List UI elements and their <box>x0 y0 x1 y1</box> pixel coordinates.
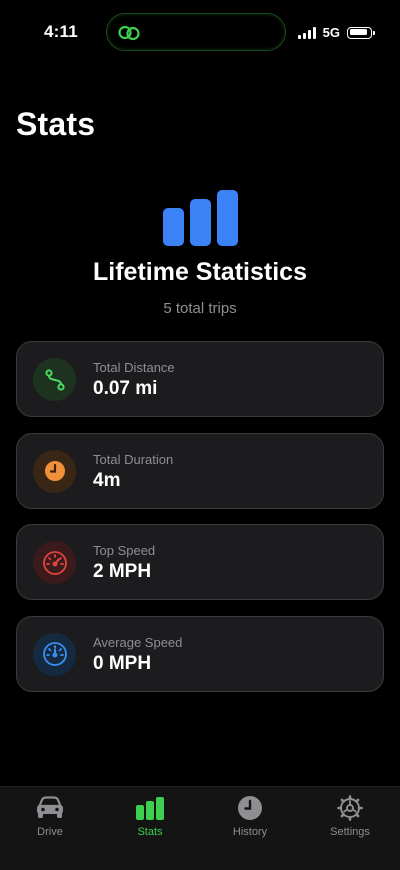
lifetime-statistics-heading: Lifetime Statistics <box>93 258 307 286</box>
tab-settings[interactable]: Settings <box>300 795 400 845</box>
stat-value: 2 MPH <box>93 561 152 582</box>
stat-card-total-duration[interactable]: Total Duration 4m <box>16 432 384 509</box>
tab-history[interactable]: History <box>200 795 300 845</box>
car-icon <box>34 795 66 821</box>
battery-icon <box>347 26 375 39</box>
stats-list: Total Distance 0.07 mi Total Duration 4m… <box>16 341 384 707</box>
stat-label: Total Distance <box>93 360 175 375</box>
stat-card-top-speed[interactable]: Top Speed 2 MPH <box>16 524 384 600</box>
route-icon <box>33 358 76 401</box>
stat-label: Average Speed <box>93 634 183 650</box>
clock-icon <box>234 795 266 821</box>
battery-level <box>349 29 367 35</box>
stat-value: 4m <box>93 469 121 491</box>
gear-icon <box>334 795 366 821</box>
dynamic-island[interactable] <box>106 13 286 51</box>
stat-card-average-speed[interactable]: Average Speed 0 MPH <box>16 615 384 692</box>
bar-chart-icon <box>163 190 238 246</box>
link-rings-icon <box>118 25 140 41</box>
tab-bar: Drive Stats History Settings <box>0 786 400 870</box>
status-indicators: 5G <box>297 25 375 40</box>
status-bar: 4:11 5G <box>0 0 400 64</box>
status-time: 4:11 <box>44 22 78 41</box>
tab-stats[interactable]: Stats <box>100 795 200 845</box>
cellular-signal-icon <box>297 26 316 39</box>
clock-icon <box>33 449 76 493</box>
tab-label: Stats <box>137 826 163 838</box>
network-type: 5G <box>322 25 340 40</box>
tab-label: History <box>232 826 268 838</box>
stat-value: 0 MPH <box>93 652 152 674</box>
total-trips-count: 5 total trips <box>163 300 237 317</box>
stat-label: Top Speed <box>93 543 156 558</box>
tab-label: Drive <box>37 826 63 838</box>
page-title: Stats <box>16 106 96 142</box>
bar-chart-icon <box>134 795 166 821</box>
gauge-icon <box>33 632 76 676</box>
tab-drive[interactable]: Drive <box>0 795 100 845</box>
stat-label: Total Duration <box>93 451 174 467</box>
stat-card-total-distance[interactable]: Total Distance 0.07 mi <box>16 341 384 417</box>
tab-label: Settings <box>330 826 370 838</box>
stat-value: 0.07 mi <box>93 378 158 399</box>
speedometer-icon <box>33 541 76 584</box>
